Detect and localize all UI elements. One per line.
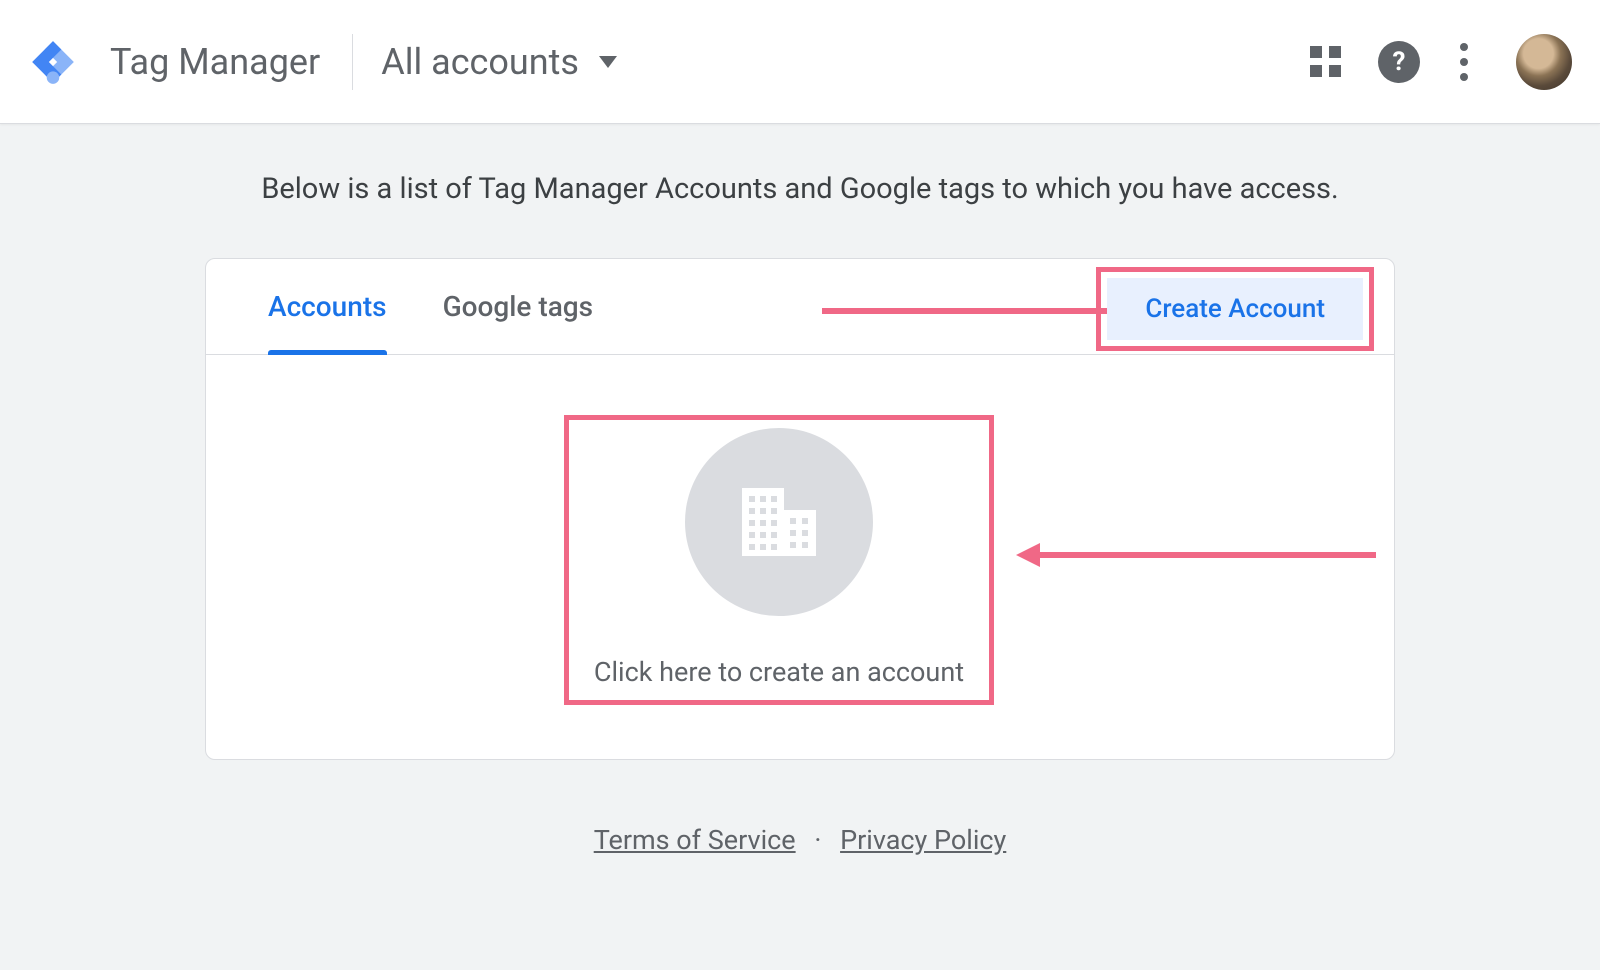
tabs: Accounts Google tags: [268, 259, 593, 354]
empty-state-text[interactable]: Click here to create an account: [585, 656, 973, 688]
terms-link[interactable]: Terms of Service: [594, 824, 796, 856]
header-actions: ?: [1310, 34, 1572, 90]
create-account-button[interactable]: Create Account: [1107, 278, 1363, 340]
annotation-arrow-icon: [1016, 543, 1376, 567]
help-icon[interactable]: ?: [1378, 41, 1420, 83]
more-vert-icon[interactable]: [1456, 39, 1472, 85]
footer-separator: ·: [814, 824, 821, 856]
annotation-highlight: Click here to create an account: [564, 415, 994, 705]
card-header: Accounts Google tags Create Account: [206, 259, 1394, 355]
apps-grid-icon[interactable]: [1310, 46, 1342, 78]
accounts-card: Accounts Google tags Create Account: [205, 258, 1395, 760]
account-selector-dropdown[interactable]: All accounts: [381, 41, 617, 83]
empty-state-circle[interactable]: [685, 428, 873, 616]
intro-text: Below is a list of Tag Manager Accounts …: [24, 124, 1576, 258]
tag-manager-logo-icon: [28, 37, 78, 87]
building-icon: [740, 488, 818, 556]
annotation-highlight: Create Account: [1096, 267, 1374, 351]
footer: Terms of Service · Privacy Policy: [24, 760, 1576, 920]
divider: [352, 34, 353, 90]
app-title: Tag Manager: [110, 41, 352, 83]
app-header: Tag Manager All accounts ?: [0, 0, 1600, 124]
account-selector-label: All accounts: [381, 41, 579, 83]
card-body: Click here to create an account: [206, 355, 1394, 759]
avatar[interactable]: [1516, 34, 1572, 90]
tab-accounts[interactable]: Accounts: [268, 259, 387, 354]
main-content: Below is a list of Tag Manager Accounts …: [0, 124, 1600, 920]
tab-google-tags[interactable]: Google tags: [443, 259, 594, 354]
privacy-link[interactable]: Privacy Policy: [840, 824, 1006, 856]
chevron-down-icon: [599, 56, 617, 68]
